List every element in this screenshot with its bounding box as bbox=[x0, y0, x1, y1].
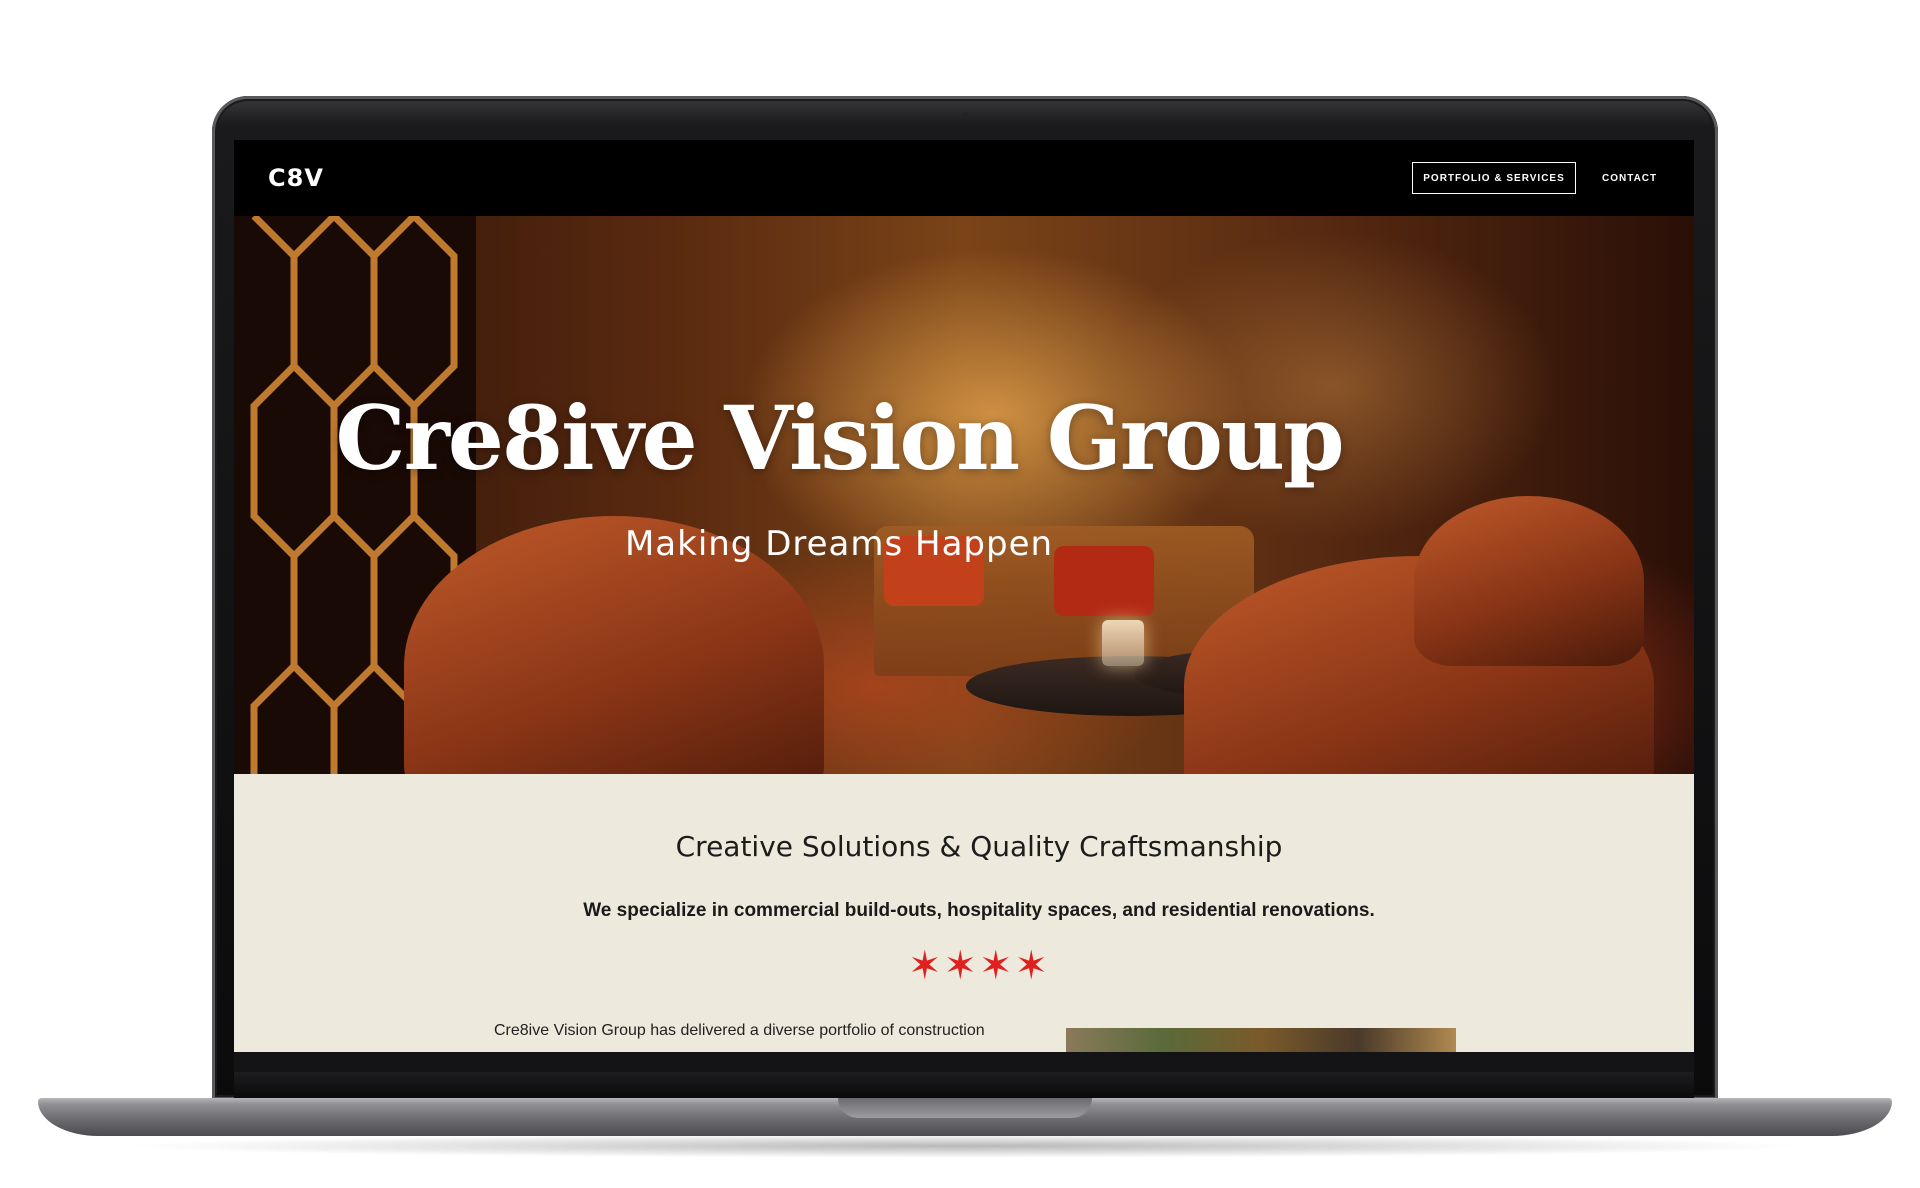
nav-portfolio-services-button[interactable]: PORTFOLIO & SERVICES bbox=[1412, 162, 1576, 194]
hero-subtitle: Making Dreams Happen bbox=[624, 524, 1054, 564]
lid-hinge bbox=[234, 1072, 1694, 1098]
star-icons: ✶✶✶✶ bbox=[907, 944, 1051, 988]
armchair-far-right bbox=[1414, 496, 1644, 666]
laptop-shadow bbox=[120, 1134, 1810, 1158]
hero-title: Cre8ive Vision Group bbox=[335, 386, 1345, 490]
laptop-mockup: C8V PORTFOLIO & SERVICES CONTACT Cre8ive… bbox=[0, 0, 1920, 1188]
section-heading: Creative Solutions & Quality Craftsmansh… bbox=[675, 830, 1283, 863]
body-paragraph: Cre8ive Vision Group has delivered a div… bbox=[494, 1022, 985, 1039]
screen-bottom-bezel bbox=[234, 1052, 1694, 1072]
site-logo[interactable]: C8V bbox=[268, 164, 324, 192]
portfolio-thumbnail-image bbox=[1066, 1028, 1456, 1052]
site-header: C8V PORTFOLIO & SERVICES CONTACT bbox=[234, 140, 1694, 216]
camera-icon bbox=[963, 112, 969, 118]
nav-contact-link[interactable]: CONTACT bbox=[1602, 162, 1657, 194]
browser-screen: C8V PORTFOLIO & SERVICES CONTACT Cre8ive… bbox=[234, 140, 1694, 1052]
laptop-opening-notch bbox=[838, 1098, 1092, 1118]
section-lead-text: We specialize in commercial build-outs, … bbox=[583, 900, 1375, 921]
intro-section: Creative Solutions & Quality Craftsmansh… bbox=[234, 774, 1694, 1052]
candle-holder bbox=[1102, 620, 1144, 666]
hero-banner: Cre8ive Vision Group Making Dreams Happe… bbox=[234, 216, 1694, 774]
